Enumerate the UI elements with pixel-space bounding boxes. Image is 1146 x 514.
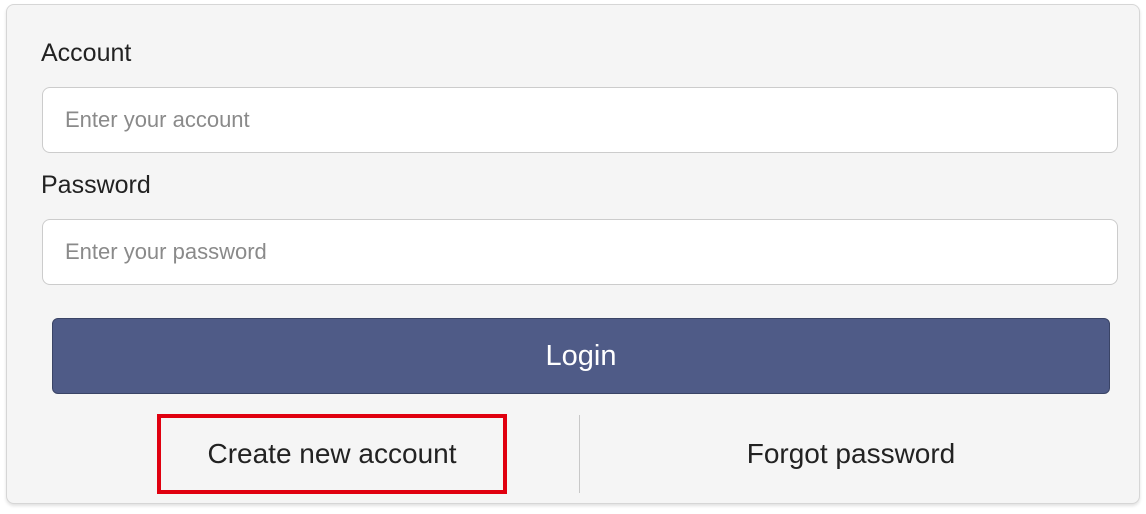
login-panel: Account Password Login Create new accoun…	[6, 4, 1140, 504]
link-divider	[579, 415, 580, 493]
account-input[interactable]	[42, 87, 1118, 153]
create-account-label: Create new account	[207, 438, 457, 469]
account-label: Account	[41, 39, 132, 67]
forgot-password-link[interactable]: Forgot password	[585, 414, 1117, 494]
create-account-link[interactable]: Create new account	[157, 414, 507, 494]
forgot-password-label: Forgot password	[746, 438, 956, 469]
password-label: Password	[41, 171, 151, 199]
password-input[interactable]	[42, 219, 1118, 285]
login-button[interactable]: Login	[52, 318, 1110, 394]
